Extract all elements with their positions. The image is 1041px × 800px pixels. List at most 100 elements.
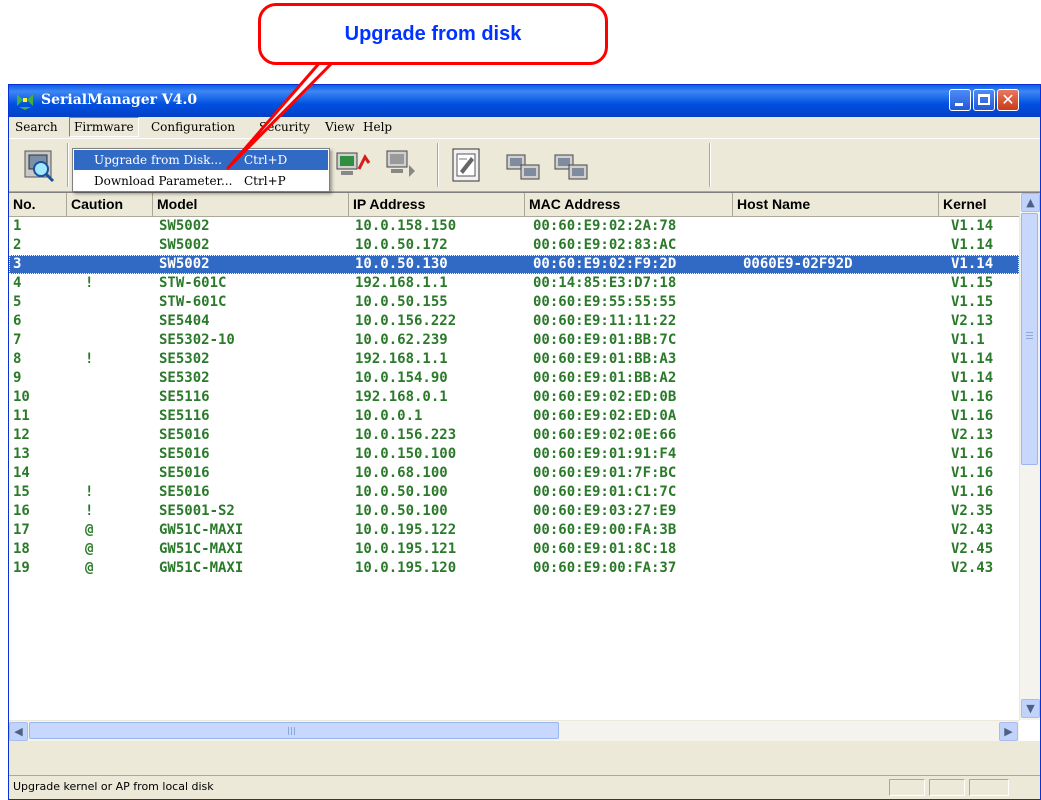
column-header-caution[interactable]: Caution	[67, 193, 153, 216]
table-row[interactable]: 14 SE5016 10.0.68.100 00:60:E9:01:7F:BC V1.1…	[9, 464, 1019, 483]
table-row[interactable]: 16! SE5001-S2 10.0.50.100 00:60:E9:03:27:E9…	[9, 502, 1019, 521]
table-cell: 10.0.50.130	[355, 256, 448, 272]
status-text: Upgrade kernel or AP from local disk	[13, 780, 214, 793]
table-cell: 3	[13, 256, 22, 272]
table-cell: 4	[13, 275, 22, 291]
table-cell	[743, 464, 943, 483]
table-row[interactable]: 1 SW5002 10.0.158.150 00:60:E9:02:2A:78 V1.1…	[9, 217, 1019, 236]
menu-firmware[interactable]: Firmware	[69, 117, 139, 137]
download-parameter-icon[interactable]	[383, 145, 419, 185]
table-cell: 10.0.50.172	[355, 237, 448, 253]
table-row[interactable]: 18 @ GW51C-MAXI 10.0.195.121 00:60:E9:01:8C:…	[9, 540, 1019, 559]
scroll-down-button[interactable]: ▼	[1021, 699, 1040, 718]
table-cell: 17	[13, 522, 30, 538]
vertical-scroll-thumb[interactable]	[1021, 213, 1038, 465]
menu-item-upgrade-from-disk[interactable]: Upgrade from Disk... Ctrl+D	[74, 150, 328, 170]
table-cell: 00:60:E9:11:11:22	[533, 313, 677, 329]
horizontal-scroll-thumb[interactable]	[29, 722, 559, 739]
menu-item-shortcut: Ctrl+D	[244, 153, 288, 167]
search-device-icon[interactable]	[21, 145, 57, 185]
table-cell: !	[85, 484, 94, 500]
table-cell: 00:60:E9:01:BB:7C	[533, 332, 677, 348]
scroll-left-button[interactable]: ◀	[9, 722, 28, 741]
table-cell: V1.14	[951, 237, 994, 253]
menu-item-shortcut: Ctrl+P	[244, 174, 286, 188]
table-row[interactable]: 3 SW5002 10.0.50.130 00:60:E9:02:F9:2D 0060E…	[9, 255, 1019, 274]
table-cell	[85, 426, 155, 445]
table-cell: 10.0.156.223	[355, 427, 457, 443]
table-cell: 18	[13, 541, 30, 557]
table-cell: V1.14	[951, 218, 994, 234]
table-cell: SE5302	[159, 370, 210, 386]
table-row[interactable]: 8! SE5302 192.168.1.1 00:60:E9:01:BB:A3 V1.1…	[9, 350, 1019, 369]
thumb-grip	[288, 727, 289, 735]
table-cell: 9	[13, 370, 22, 386]
toolbar-separator	[709, 143, 711, 187]
app-window: SerialManager V4.0 ✕ Search Firmware Con…	[8, 84, 1041, 800]
device-list: No. Caution Model IP Address MAC Address…	[9, 192, 1040, 741]
table-row[interactable]: 13 SE5016 10.0.150.100 00:60:E9:01:91:F4 V1.…	[9, 445, 1019, 464]
title-bar[interactable]: SerialManager V4.0 ✕	[9, 85, 1040, 117]
table-cell: SW5002	[159, 237, 210, 253]
column-header-kernel[interactable]: Kernel	[939, 193, 1019, 216]
column-header-ip-address[interactable]: IP Address	[349, 193, 525, 216]
menu-help[interactable]: Help	[359, 117, 396, 137]
upgrade-firmware-icon[interactable]	[335, 145, 371, 185]
table-row[interactable]: 11 SE5116 10.0.0.1 00:60:E9:02:ED:0A V1.16	[9, 407, 1019, 426]
scroll-right-button[interactable]: ▶	[999, 722, 1018, 741]
column-header-host-name[interactable]: Host Name	[733, 193, 939, 216]
table-cell: GW51C-MAXI	[159, 522, 244, 538]
table-row[interactable]: 12 SE5016 10.0.156.223 00:60:E9:02:0E:66 V2.…	[9, 426, 1019, 445]
export-icon[interactable]	[505, 145, 541, 185]
table-cell: 10	[13, 389, 30, 405]
close-icon: ✕	[1001, 90, 1015, 109]
minimize-button[interactable]	[949, 89, 971, 111]
table-cell	[85, 407, 155, 426]
table-cell: 14	[13, 465, 30, 481]
table-cell	[743, 331, 943, 350]
minimize-icon	[955, 103, 963, 106]
menu-configuration[interactable]: Configuration	[147, 117, 239, 137]
table-row[interactable]: 17 @ GW51C-MAXI 10.0.195.122 00:60:E9:00:FA:…	[9, 521, 1019, 540]
table-row[interactable]: 6 SE5404 10.0.156.222 00:60:E9:11:11:22 V2.1…	[9, 312, 1019, 331]
table-row[interactable]: 9 SE5302 10.0.154.90 00:60:E9:01:BB:A2 V1.14	[9, 369, 1019, 388]
table-cell: V1.16	[951, 389, 994, 405]
table-cell: 00:60:E9:55:55:55	[533, 294, 677, 310]
table-row[interactable]: 2 SW5002 10.0.50.172 00:60:E9:02:83:AC V1.14	[9, 236, 1019, 255]
table-cell: 00:60:E9:02:ED:0B	[533, 389, 677, 405]
table-cell: 10.0.50.100	[355, 484, 448, 500]
horizontal-scrollbar[interactable]: ◀ ▶	[9, 720, 1019, 741]
import-icon[interactable]	[553, 145, 589, 185]
table-cell: 00:60:E9:01:7F:BC	[533, 465, 677, 481]
menu-item-download-parameter[interactable]: Download Parameter... Ctrl+P	[74, 171, 328, 191]
scroll-up-button[interactable]: ▲	[1021, 193, 1040, 212]
table-row[interactable]: 19 @ GW51C-MAXI 10.0.195.120 00:60:E9:00:FA:…	[9, 559, 1019, 578]
menu-security[interactable]: Security	[255, 117, 314, 137]
table-row[interactable]: 15! SE5016 10.0.50.100 00:60:E9:01:C1:7C V1.…	[9, 483, 1019, 502]
table-cell: 10.0.62.239	[355, 332, 448, 348]
maximize-button[interactable]	[973, 89, 995, 111]
close-button[interactable]: ✕	[997, 89, 1019, 111]
table-row[interactable]: 4! STW-601C 192.168.1.1 00:14:85:E3:D7:18 V1…	[9, 274, 1019, 293]
column-header-mac-address[interactable]: MAC Address	[525, 193, 733, 216]
table-cell: V2.45	[951, 541, 994, 557]
table-cell: 00:60:E9:01:BB:A2	[533, 370, 677, 386]
table-cell	[85, 464, 155, 483]
table-cell: 10.0.50.155	[355, 294, 448, 310]
menu-view[interactable]: View	[321, 117, 359, 137]
menu-search[interactable]: Search	[11, 117, 62, 137]
table-cell: V2.43	[951, 522, 994, 538]
column-header-no[interactable]: No.	[9, 193, 67, 216]
table-row[interactable]: 7 SE5302-10 10.0.62.239 00:60:E9:01:BB:7C V1…	[9, 331, 1019, 350]
table-cell: SW5002	[159, 256, 210, 272]
menu-item-label: Upgrade from Disk...	[94, 153, 222, 167]
table-cell: STW-601C	[159, 294, 227, 310]
table-row[interactable]: 5 STW-601C 10.0.50.155 00:60:E9:55:55:55 V1.…	[9, 293, 1019, 312]
table-cell: 00:60:E9:01:BB:A3	[533, 351, 677, 367]
table-cell: 16	[13, 503, 30, 519]
table-row[interactable]: 10 SE5116 192.168.0.1 00:60:E9:02:ED:0B V1.1…	[9, 388, 1019, 407]
configuration-icon[interactable]	[449, 145, 485, 185]
vertical-scrollbar[interactable]: ▲ ▼	[1019, 193, 1040, 720]
column-header-model[interactable]: Model	[153, 193, 349, 216]
table-cell: 10.0.195.122	[355, 522, 457, 538]
